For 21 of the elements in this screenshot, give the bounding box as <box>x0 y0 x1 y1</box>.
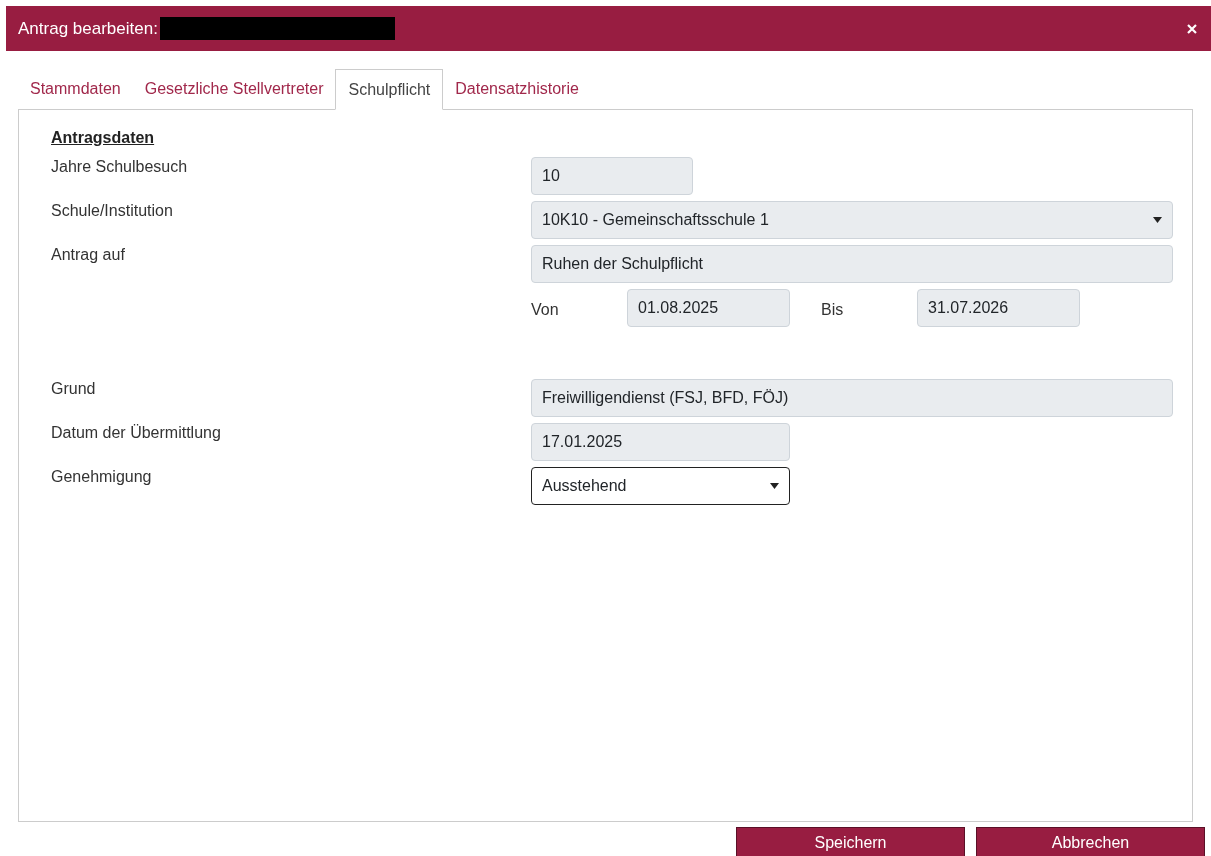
select-field[interactable]: Ausstehend <box>531 467 790 505</box>
dialog-button[interactable]: Speichern <box>736 827 965 856</box>
field-label: Jahre Schulbesuch <box>51 157 189 177</box>
field-label: Bis <box>821 300 845 320</box>
field-label: Von <box>531 300 560 320</box>
window-title: Antrag bearbeiten: <box>18 17 158 40</box>
tab[interactable]: Stammdaten <box>18 68 133 109</box>
field-label: Antrag auf <box>51 245 126 265</box>
caret-icon <box>1153 217 1162 223</box>
tab[interactable]: Schulpflicht <box>335 69 444 110</box>
field-label: Genehmigung <box>51 467 153 487</box>
dialog-button[interactable]: Abbrechen <box>976 827 1205 856</box>
close-icon <box>1187 23 1197 34</box>
field-label: Schule/Institution <box>51 201 174 221</box>
close-button[interactable] <box>1187 23 1197 34</box>
tab[interactable]: Datensatzhistorie <box>443 68 591 109</box>
caret-icon <box>770 483 779 489</box>
field-label: Datum der Übermittlung <box>51 423 222 443</box>
section-title: Antragsdaten <box>51 128 156 148</box>
tab[interactable]: Gesetzliche Stellvertreter <box>132 68 336 109</box>
field-label: Grund <box>51 379 97 399</box>
